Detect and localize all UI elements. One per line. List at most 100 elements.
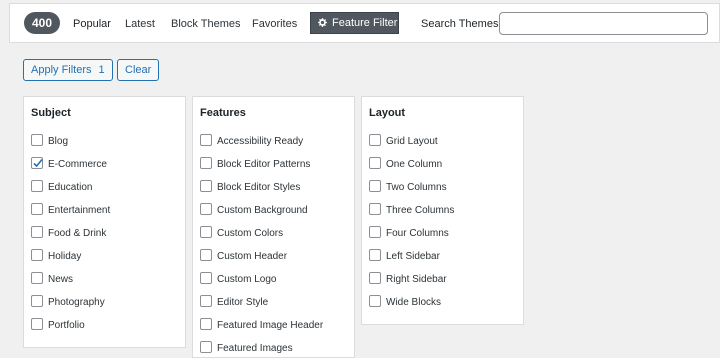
filter-option-label: Block Editor Styles xyxy=(217,182,301,193)
filter-option[interactable]: Two Columns xyxy=(369,180,447,194)
filter-option-label: Featured Images xyxy=(217,343,293,354)
filter-option-label: E-Commerce xyxy=(48,159,107,170)
filter-option-label: Entertainment xyxy=(48,205,111,216)
filter-option[interactable]: Photography xyxy=(31,295,105,309)
tab-latest[interactable]: Latest xyxy=(125,17,155,31)
filter-option[interactable]: Custom Background xyxy=(200,203,308,217)
filter-option[interactable]: Grid Layout xyxy=(369,134,438,148)
filter-option[interactable]: News xyxy=(31,272,73,286)
checkbox[interactable] xyxy=(200,134,212,146)
checkbox[interactable] xyxy=(369,295,381,307)
filter-option-label: Education xyxy=(48,182,93,193)
filter-option[interactable]: Four Columns xyxy=(369,226,449,240)
filter-option[interactable]: Editor Style xyxy=(200,295,268,309)
checkbox[interactable] xyxy=(200,203,212,215)
checkbox[interactable] xyxy=(369,272,381,284)
checkbox[interactable] xyxy=(200,341,212,353)
selected-filter-count: 1 xyxy=(98,64,105,76)
filter-option[interactable]: Custom Colors xyxy=(200,226,283,240)
filter-option[interactable]: Food & Drink xyxy=(31,226,106,240)
checkbox[interactable] xyxy=(200,226,212,238)
checkbox[interactable] xyxy=(31,272,43,284)
filter-option[interactable]: E-Commerce xyxy=(31,157,107,171)
search-input[interactable] xyxy=(499,12,708,35)
filter-option-label: Block Editor Patterns xyxy=(217,159,311,170)
checkbox[interactable] xyxy=(200,318,212,330)
filter-option[interactable]: Blog xyxy=(31,134,68,148)
panel-title: Features xyxy=(200,107,246,119)
checkbox[interactable] xyxy=(369,180,381,192)
filter-option-label: Holiday xyxy=(48,251,82,262)
checkbox[interactable] xyxy=(200,249,212,261)
checkbox[interactable] xyxy=(200,180,212,192)
filter-option-label: Photography xyxy=(48,297,105,308)
subject-panel: Subject Blog E-Commerce Education Entertain… xyxy=(23,96,186,348)
clear-button[interactable]: Clear xyxy=(117,59,160,81)
checkbox[interactable] xyxy=(200,157,212,169)
tab-favorites[interactable]: Favorites xyxy=(252,17,297,31)
checkbox[interactable] xyxy=(369,226,381,238)
checkbox[interactable] xyxy=(369,134,381,146)
checkbox[interactable] xyxy=(31,203,43,215)
filter-option[interactable]: Education xyxy=(31,180,92,194)
filter-option[interactable]: Featured Images xyxy=(200,341,293,355)
tab-popular[interactable]: Popular xyxy=(73,17,111,31)
panel-title: Layout xyxy=(369,107,406,119)
filter-option[interactable]: One Column xyxy=(369,157,442,171)
filter-option[interactable]: Wide Blocks xyxy=(369,295,441,309)
layout-panel: Layout Grid Layout One Column Two Columns T… xyxy=(361,96,524,325)
checkbox[interactable] xyxy=(200,272,212,284)
filter-option-label: Wide Blocks xyxy=(386,297,442,308)
filter-option-label: News xyxy=(48,274,74,285)
filter-option[interactable]: Featured Image Header xyxy=(200,318,323,332)
filter-option-label: Custom Background xyxy=(217,205,308,216)
filter-bar: 400 Popular Latest Block Themes Favorites F… xyxy=(9,3,720,43)
filter-option-label: One Column xyxy=(386,159,443,170)
checkbox[interactable] xyxy=(31,295,43,307)
filter-option-label: Custom Logo xyxy=(217,274,277,285)
tab-block-themes[interactable]: Block Themes xyxy=(171,17,241,31)
checkbox[interactable] xyxy=(200,295,212,307)
gear-icon xyxy=(317,15,329,35)
filter-option-label: Grid Layout xyxy=(386,136,438,147)
filter-option-label: Three Columns xyxy=(386,205,455,216)
filter-option-label: Four Columns xyxy=(386,228,449,239)
filter-option[interactable]: Custom Header xyxy=(200,249,287,263)
filter-option[interactable]: Three Columns xyxy=(369,203,454,217)
filter-option-label: Two Columns xyxy=(386,182,447,193)
filter-option[interactable]: Right Sidebar xyxy=(369,272,447,286)
checkmark-icon xyxy=(33,158,43,168)
filter-option[interactable]: Portfolio xyxy=(31,318,85,332)
filter-option[interactable]: Left Sidebar xyxy=(369,249,440,263)
filter-option[interactable]: Block Editor Styles xyxy=(200,180,300,194)
theme-count-badge: 400 xyxy=(24,12,60,34)
checkbox[interactable] xyxy=(31,134,43,146)
search-label: Search Themes xyxy=(421,18,499,30)
checkbox[interactable] xyxy=(369,249,381,261)
filter-option[interactable]: Holiday xyxy=(31,249,81,263)
filter-option-label: Editor Style xyxy=(217,297,269,308)
filter-option-label: Blog xyxy=(48,136,69,147)
feature-filter-label: Feature Filter xyxy=(332,17,398,29)
checkbox[interactable] xyxy=(31,226,43,238)
filter-option-label: Featured Image Header xyxy=(217,320,324,331)
filter-option-label: Custom Colors xyxy=(217,228,284,239)
checkbox[interactable] xyxy=(369,203,381,215)
checkbox-checked[interactable] xyxy=(31,157,43,169)
checkbox[interactable] xyxy=(369,157,381,169)
checkbox[interactable] xyxy=(31,318,43,330)
filter-option[interactable]: Custom Logo xyxy=(200,272,276,286)
filter-option[interactable]: Entertainment xyxy=(31,203,110,217)
checkbox[interactable] xyxy=(31,180,43,192)
clear-label: Clear xyxy=(125,64,152,76)
filter-option-label: Food & Drink xyxy=(48,228,107,239)
checkbox[interactable] xyxy=(31,249,43,261)
filter-option-label: Right Sidebar xyxy=(386,274,447,285)
panel-title: Subject xyxy=(31,107,71,119)
filter-option-label: Portfolio xyxy=(48,320,85,331)
filter-option-label: Accessibility Ready xyxy=(217,136,304,147)
filter-option[interactable]: Block Editor Patterns xyxy=(200,157,310,171)
filter-option[interactable]: Accessibility Ready xyxy=(200,134,303,148)
feature-filter-button[interactable]: Feature Filter xyxy=(310,12,399,34)
apply-filters-button[interactable]: Apply Filters 1 xyxy=(23,59,113,81)
